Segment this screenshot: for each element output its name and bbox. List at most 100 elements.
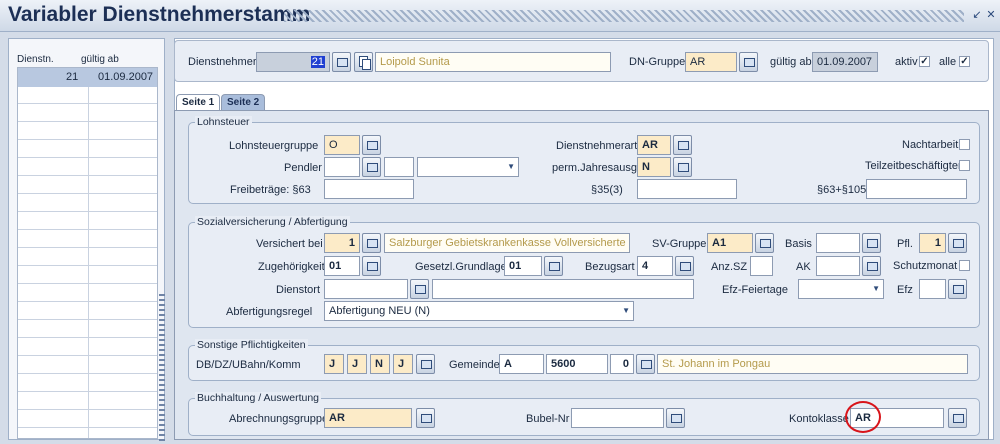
abfertigungsregel-dropdown[interactable]: Abfertigung NEU (N) ▼ (324, 301, 634, 321)
close-icon[interactable]: ✕ (984, 8, 998, 22)
highlight-circle (845, 401, 881, 433)
teilzeit-checkbox[interactable] (959, 160, 970, 171)
anz-sz-label: Anz.SZ (711, 261, 748, 273)
bezugsart-label: Bezugsart (585, 261, 635, 273)
employee-list-panel: Dienstn. gültig ab 21 01.09.2007 (8, 38, 165, 444)
list-item[interactable]: 21 01.09.2007 (18, 68, 157, 87)
minimize-icon[interactable]: ↙ (970, 8, 984, 22)
lohnsteuer-group: Lohnsteuer Lohnsteuergruppe O Dienstnehm… (188, 116, 980, 204)
pendler-lookup-icon[interactable] (362, 157, 381, 177)
gueltig-ab-label: gültig ab (770, 56, 812, 68)
title-bar-pattern (284, 10, 964, 22)
efz-feiertage-label: Efz-Feiertage (722, 284, 789, 296)
tab-seite-1[interactable]: Seite 1 (176, 94, 221, 111)
bezugsart-field[interactable]: 4 (637, 256, 673, 276)
lohnsteuer-title: Lohnsteuer (195, 116, 252, 128)
dngruppe-field[interactable]: AR (685, 52, 737, 72)
employee-list-grid[interactable] (17, 67, 158, 439)
ak-lookup-icon[interactable] (862, 256, 881, 276)
list-cell-gueltig-ab: 01.09.2007 (98, 71, 154, 83)
pflichtigkeiten-lookup-icon[interactable] (416, 354, 435, 374)
gemeinde-plz-field[interactable]: 5600 (546, 354, 608, 374)
anz-sz-field[interactable] (750, 256, 773, 276)
copy-icon[interactable] (354, 52, 373, 72)
dienstnehmer-lookup-icon[interactable] (332, 52, 351, 72)
bubel-nr-lookup-icon[interactable] (666, 408, 685, 428)
dienstnehmerart-label: Dienstnehmerart (556, 140, 638, 152)
pendler-field[interactable] (324, 157, 360, 177)
pflichtigkeiten-group: Sonstige Pflichtigkeiten DB/DZ/UBahn/Kom… (188, 339, 980, 381)
gesetzl-grundlage-lookup-icon[interactable] (544, 256, 563, 276)
p35-label: §35(3) (591, 184, 623, 196)
versichert-bei-lookup-icon[interactable] (362, 233, 381, 253)
alle-checkbox[interactable]: ✓ (959, 56, 970, 67)
resize-grip[interactable] (159, 294, 165, 444)
gemeinde-lookup-icon[interactable] (636, 354, 655, 374)
pfl-label: Pfl. (897, 238, 913, 250)
lohnsteuergruppe-field[interactable]: O (324, 135, 360, 155)
p63-105-field[interactable] (866, 179, 967, 199)
sv-gruppe-field[interactable]: A1 (707, 233, 753, 253)
zugehoerigkeit-field[interactable]: 01 (324, 256, 360, 276)
bubel-nr-label: Bubel-Nr (526, 413, 570, 425)
bubel-nr-field[interactable] (571, 408, 664, 428)
dienstort-field[interactable] (324, 279, 408, 299)
dz-field[interactable]: J (347, 354, 367, 374)
pfl-field[interactable]: 1 (919, 233, 946, 253)
abrechnungsgruppe-field[interactable]: AR (324, 408, 412, 428)
db-dz-ubahn-komm-label: DB/DZ/UBahn/Komm (196, 359, 301, 371)
tab-seite-2[interactable]: Seite 2 (221, 94, 266, 111)
ubahn-field[interactable]: N (370, 354, 390, 374)
alle-label: alle (939, 56, 957, 68)
abrechnungsgruppe-label: Abrechnungsgruppe (229, 413, 329, 425)
pfl-lookup-icon[interactable] (948, 233, 967, 253)
lohnsteuergruppe-lookup-icon[interactable] (362, 135, 381, 155)
dienstort-name-field[interactable] (432, 279, 694, 299)
sv-gruppe-lookup-icon[interactable] (755, 233, 774, 253)
buchhaltung-title: Buchhaltung / Auswertung (195, 392, 322, 404)
aktiv-checkbox[interactable]: ✓ (919, 56, 930, 67)
abrechnungsgruppe-lookup-icon[interactable] (416, 408, 435, 428)
dienstnehmer-nr-field[interactable]: 21 (256, 52, 330, 72)
pendler-extra-field[interactable] (384, 157, 414, 177)
list-header-gueltig-ab: gültig ab (81, 54, 119, 65)
list-cell-dienstnehmer: 21 (66, 71, 79, 83)
schutzmonat-label: Schutzmonat (893, 260, 958, 272)
dienstort-label: Dienstort (276, 284, 321, 296)
schutzmonat-checkbox[interactable] (959, 260, 970, 271)
gemeinde-name-field: St. Johann im Pongau (657, 354, 968, 374)
gesetzl-grundlage-field[interactable]: 01 (504, 256, 542, 276)
freibetraege-field[interactable] (324, 179, 414, 199)
efz-feiertage-dropdown[interactable]: ▼ (798, 279, 884, 299)
gemeinde-label: Gemeinde (449, 359, 500, 371)
title-bar: Variabler Dienstnehmerstamm ↙ ✕ (0, 0, 1000, 32)
perm-jahresausgl-field[interactable]: N (637, 157, 671, 177)
gemeinde-code-field[interactable]: A (499, 354, 544, 374)
versichert-bei-name-field: Salzburger Gebietskrankenkasse Vollversi… (384, 233, 630, 253)
freibetraege-label: Freibeträge: §63 (230, 184, 311, 196)
db-field[interactable]: J (324, 354, 344, 374)
efz-lookup-icon[interactable] (948, 279, 967, 299)
efz-field[interactable] (919, 279, 946, 299)
efz-label: Efz (897, 284, 913, 296)
gemeinde-nr-field[interactable]: 0 (610, 354, 634, 374)
dienstort-lookup-icon[interactable] (410, 279, 429, 299)
basis-field[interactable] (816, 233, 860, 253)
komm-field[interactable]: J (393, 354, 413, 374)
list-header-dienstnehmer: Dienstn. (17, 54, 54, 65)
zugehoerigkeit-lookup-icon[interactable] (362, 256, 381, 276)
kontoklasse-lookup-icon[interactable] (948, 408, 967, 428)
dngruppe-lookup-icon[interactable] (739, 52, 758, 72)
ak-field[interactable] (816, 256, 860, 276)
pendler-dropdown[interactable]: ▼ (417, 157, 519, 177)
ak-label: AK (796, 261, 811, 273)
p35-field[interactable] (637, 179, 737, 199)
versichert-bei-nr-field[interactable]: 1 (324, 233, 360, 253)
nachtarbeit-checkbox[interactable] (959, 139, 970, 150)
bezugsart-lookup-icon[interactable] (675, 256, 694, 276)
basis-lookup-icon[interactable] (862, 233, 881, 253)
gesetzl-grundlage-label: Gesetzl.Grundlage (415, 261, 507, 273)
dienstnehmerart-lookup-icon[interactable] (673, 135, 692, 155)
perm-jahresausgl-lookup-icon[interactable] (673, 157, 692, 177)
dienstnehmerart-field[interactable]: AR (637, 135, 671, 155)
